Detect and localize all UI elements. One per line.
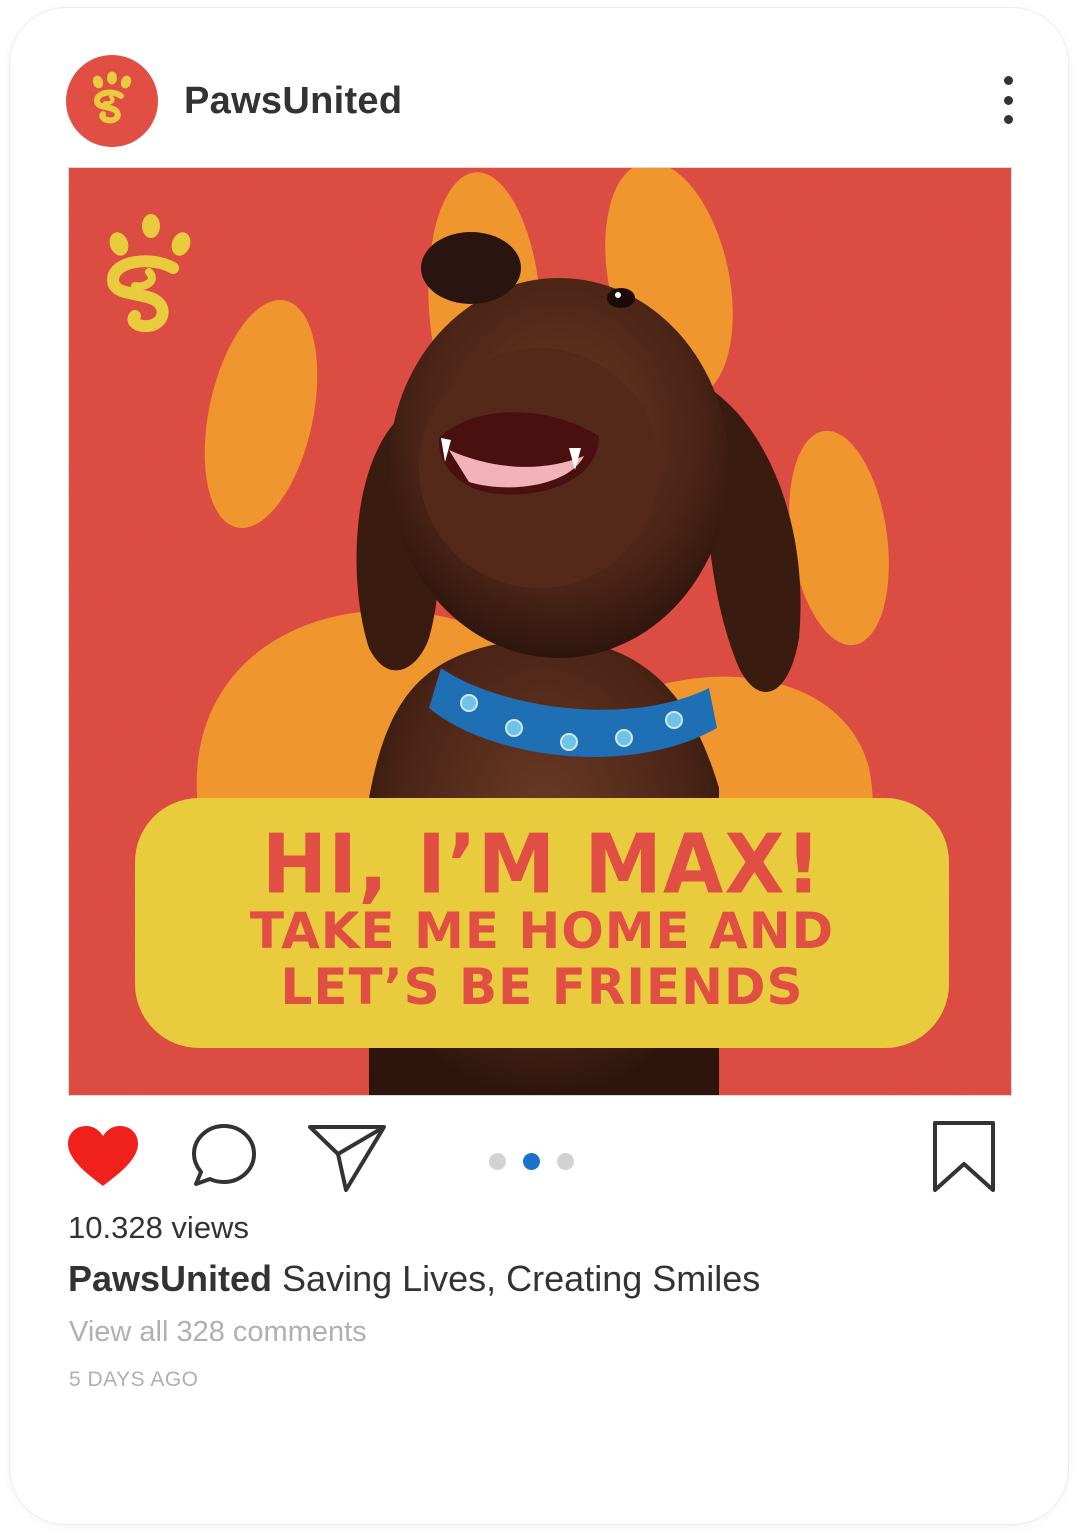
carousel-dot-active[interactable] <box>523 1153 540 1170</box>
view-count: 10.328 views <box>68 1210 249 1245</box>
carousel-dot[interactable] <box>489 1153 506 1170</box>
post-subline-2: LET’S BE FRIENDS <box>280 958 804 1016</box>
share-button[interactable] <box>308 1124 388 1197</box>
carousel-dot[interactable] <box>557 1153 574 1170</box>
caption-text: Saving Lives, Creating Smiles <box>272 1258 761 1299</box>
heart-icon <box>68 1126 138 1186</box>
post-subline-1: TAKE ME HOME AND <box>249 902 835 960</box>
post-header: PawsUnited <box>0 0 1080 160</box>
comment-icon <box>192 1124 256 1186</box>
carousel-indicator <box>489 1153 574 1170</box>
send-icon <box>308 1125 386 1192</box>
header-username[interactable]: PawsUnited <box>184 80 402 123</box>
speech-bubble: HI, I’M MAX! TAKE ME HOME AND LET’S BE F… <box>135 798 949 1048</box>
post-timestamp: 5 DAYS AGO <box>69 1368 199 1391</box>
post-image[interactable]: HI, I’M MAX! TAKE ME HOME AND LET’S BE F… <box>68 167 1012 1096</box>
post-headline: HI, I’M MAX! <box>261 817 823 913</box>
save-button[interactable] <box>932 1120 996 1199</box>
bookmark-icon <box>933 1121 995 1192</box>
comment-button[interactable] <box>190 1122 258 1193</box>
caption-username[interactable]: PawsUnited <box>68 1258 272 1299</box>
avatar[interactable] <box>66 55 158 147</box>
more-vertical-icon <box>1003 76 1013 85</box>
post-caption: PawsUnited Saving Lives, Creating Smiles <box>68 1258 760 1300</box>
view-comments-link[interactable]: View all 328 comments <box>69 1316 367 1349</box>
more-options-button[interactable] <box>990 76 1026 124</box>
like-button[interactable] <box>66 1124 140 1193</box>
paw-logo-icon <box>92 71 132 124</box>
